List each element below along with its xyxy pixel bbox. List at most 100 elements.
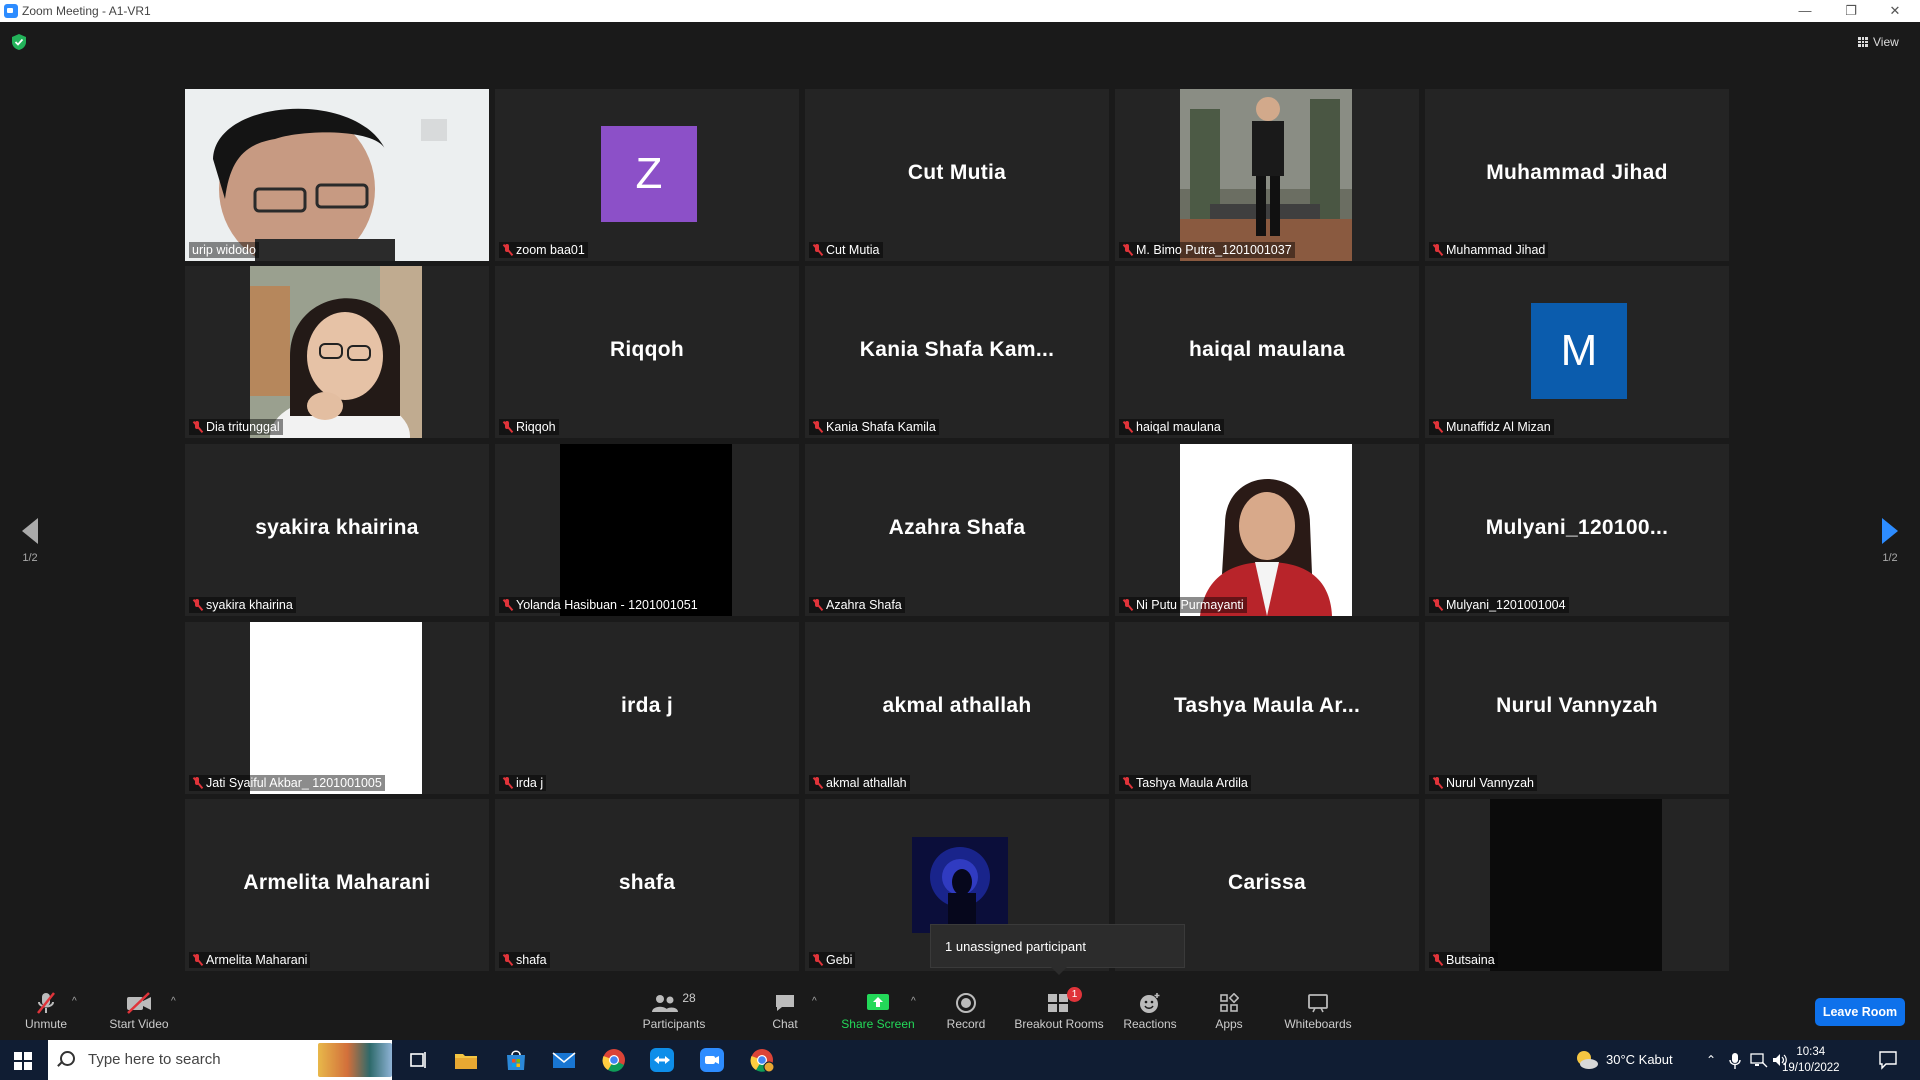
participant-tile[interactable]: Kania Shafa Kam... Kania Shafa Kamila <box>805 266 1109 438</box>
microphone-icon[interactable] <box>1728 1052 1742 1070</box>
participant-tile[interactable]: syakira khairina syakira khairina <box>185 444 489 616</box>
page-indicator-left: 1/2 <box>22 552 38 564</box>
clock-time: 10:34 <box>1796 1046 1826 1058</box>
mail-icon[interactable] <box>550 1046 578 1074</box>
reactions-button[interactable]: Reactions <box>1122 990 1178 1038</box>
participants-button[interactable]: 28 Participants <box>636 990 712 1038</box>
windows-taskbar: Type here to search 30°C Kabut ⌃ 10:34 1… <box>0 1040 1920 1080</box>
participant-name-label: Armelita Maharani <box>189 952 311 968</box>
network-icon[interactable] <box>1750 1052 1768 1068</box>
start-video-button[interactable]: Start Video <box>104 990 174 1038</box>
participant-video <box>250 266 422 438</box>
participant-tile[interactable]: Armelita Maharani Armelita Maharani <box>185 799 489 971</box>
participants-count: 28 <box>682 991 696 1005</box>
unmute-button[interactable]: Unmute <box>18 990 74 1038</box>
shield-icon[interactable] <box>12 34 26 50</box>
participants-icon <box>652 995 679 1012</box>
previous-page-button[interactable]: 1/2 <box>15 512 45 572</box>
participant-video <box>1490 799 1662 971</box>
participant-name-label: Cut Mutia <box>809 242 883 258</box>
chat-button[interactable]: Chat <box>760 990 810 1038</box>
record-button[interactable]: Record <box>940 990 992 1038</box>
participant-tile[interactable]: Mulyani_120100... Mulyani_1201001004 <box>1425 444 1729 616</box>
breakout-rooms-button[interactable]: 1 Breakout Rooms <box>1012 987 1106 1038</box>
share-options-caret[interactable]: ^ <box>911 996 916 1007</box>
teamviewer-icon[interactable] <box>648 1046 676 1074</box>
participant-name-label: Kania Shafa Kamila <box>809 419 939 435</box>
participant-name-label: M. Bimo Putra_1201001037 <box>1119 242 1295 258</box>
participant-tile[interactable]: akmal athallah akmal athallah <box>805 622 1109 794</box>
windows-start-icon[interactable] <box>14 1052 32 1070</box>
participant-name-label: Butsaina <box>1429 952 1498 968</box>
participant-tile[interactable]: Z zoom baa01 <box>495 89 799 261</box>
unassigned-participant-tooltip[interactable]: 1 unassigned participant <box>930 924 1185 975</box>
participant-display-name: Tashya Maula Ar... <box>1173 694 1361 717</box>
participant-tile[interactable]: Ni Putu Purmayanti <box>1115 444 1419 616</box>
view-button[interactable]: View <box>1858 32 1912 52</box>
participant-tile[interactable]: M. Bimo Putra_1201001037 <box>1115 89 1419 261</box>
participant-name-label: zoom baa01 <box>499 242 588 258</box>
audio-options-caret[interactable]: ^ <box>72 996 77 1007</box>
arrow-right-icon <box>1882 518 1898 544</box>
taskbar-search-box[interactable]: Type here to search <box>48 1040 392 1080</box>
notification-center-icon[interactable] <box>1878 1050 1898 1070</box>
participant-name-label: Riqqoh <box>499 419 559 435</box>
video-off-icon <box>127 992 151 1014</box>
weather-icon[interactable] <box>1574 1048 1600 1072</box>
mic-muted-icon <box>1432 421 1443 433</box>
participant-tile[interactable]: Azahra Shafa Azahra Shafa <box>805 444 1109 616</box>
participant-display-name: Cut Mutia <box>907 161 1007 184</box>
leave-room-button[interactable]: Leave Room <box>1815 998 1905 1026</box>
task-view-icon[interactable] <box>404 1046 432 1074</box>
participant-tile[interactable]: Tashya Maula Ar... Tashya Maula Ardila <box>1115 622 1419 794</box>
participant-name-label: Jati Syaiful Akbar_ 1201001005 <box>189 775 385 791</box>
participant-tile[interactable]: Riqqoh Riqqoh <box>495 266 799 438</box>
participant-tile[interactable]: Cut Mutia Cut Mutia <box>805 89 1109 261</box>
video-options-caret[interactable]: ^ <box>171 996 176 1007</box>
participant-name-label: Yolanda Hasibuan - 1201001051 <box>499 597 701 613</box>
participant-display-name: Mulyani_120100... <box>1485 516 1669 539</box>
whiteboards-button[interactable]: Whiteboards <box>1282 990 1354 1038</box>
participant-tile[interactable]: Butsaina <box>1425 799 1729 971</box>
mic-muted-icon <box>192 421 203 433</box>
participant-tile[interactable]: Nurul Vannyzah Nurul Vannyzah <box>1425 622 1729 794</box>
zoom-taskbar-icon[interactable] <box>698 1046 726 1074</box>
show-hidden-icons-caret[interactable]: ⌃ <box>1706 1040 1716 1080</box>
participant-tile[interactable]: urip widodo <box>185 89 489 261</box>
microsoft-store-icon[interactable] <box>502 1046 530 1074</box>
participant-tile[interactable]: shafa shafa <box>495 799 799 971</box>
next-page-button[interactable]: 1/2 <box>1875 512 1905 572</box>
minimize-button[interactable]: — <box>1782 0 1828 22</box>
window-title: Zoom Meeting - A1-VR1 <box>22 4 151 18</box>
apps-button[interactable]: Apps <box>1208 990 1250 1038</box>
participant-video <box>560 444 732 616</box>
maximize-button[interactable]: ❐ <box>1828 0 1874 22</box>
mic-muted-icon <box>502 599 513 611</box>
page-indicator-right: 1/2 <box>1882 552 1898 564</box>
chrome-profile-icon[interactable] <box>748 1046 776 1074</box>
chrome-icon[interactable] <box>600 1046 628 1074</box>
participant-display-name: Nurul Vannyzah <box>1496 694 1658 717</box>
participant-tile[interactable]: Jati Syaiful Akbar_ 1201001005 <box>185 622 489 794</box>
mic-muted-icon <box>1122 244 1133 256</box>
participant-name-label: Gebi <box>809 952 856 968</box>
whiteboard-icon <box>1308 994 1328 1013</box>
mic-muted-icon <box>1432 599 1443 611</box>
file-explorer-icon[interactable] <box>452 1046 480 1074</box>
participant-tile[interactable]: M Munaffidz Al Mizan <box>1425 266 1729 438</box>
participant-tile[interactable]: Dia tritunggal <box>185 266 489 438</box>
participant-display-name: Kania Shafa Kam... <box>859 338 1055 361</box>
participant-tile[interactable]: Muhammad Jihad Muhammad Jihad <box>1425 89 1729 261</box>
weather-text[interactable]: 30°C Kabut <box>1606 1040 1673 1080</box>
chat-options-caret[interactable]: ^ <box>812 996 817 1007</box>
participant-tile[interactable]: irda j irda j <box>495 622 799 794</box>
participant-profile-picture <box>912 837 1008 933</box>
participant-tile[interactable]: haiqal maulana haiqal maulana <box>1115 266 1419 438</box>
participant-display-name: shafa <box>618 871 676 894</box>
share-screen-button[interactable]: Share Screen <box>838 990 918 1038</box>
mic-muted-icon <box>1432 777 1443 789</box>
participant-tile[interactable]: Yolanda Hasibuan - 1201001051 <box>495 444 799 616</box>
mic-muted-icon <box>812 777 823 789</box>
taskbar-clock[interactable]: 10:34 19/10/2022 <box>1782 1044 1840 1076</box>
close-button[interactable]: ✕ <box>1872 0 1918 22</box>
